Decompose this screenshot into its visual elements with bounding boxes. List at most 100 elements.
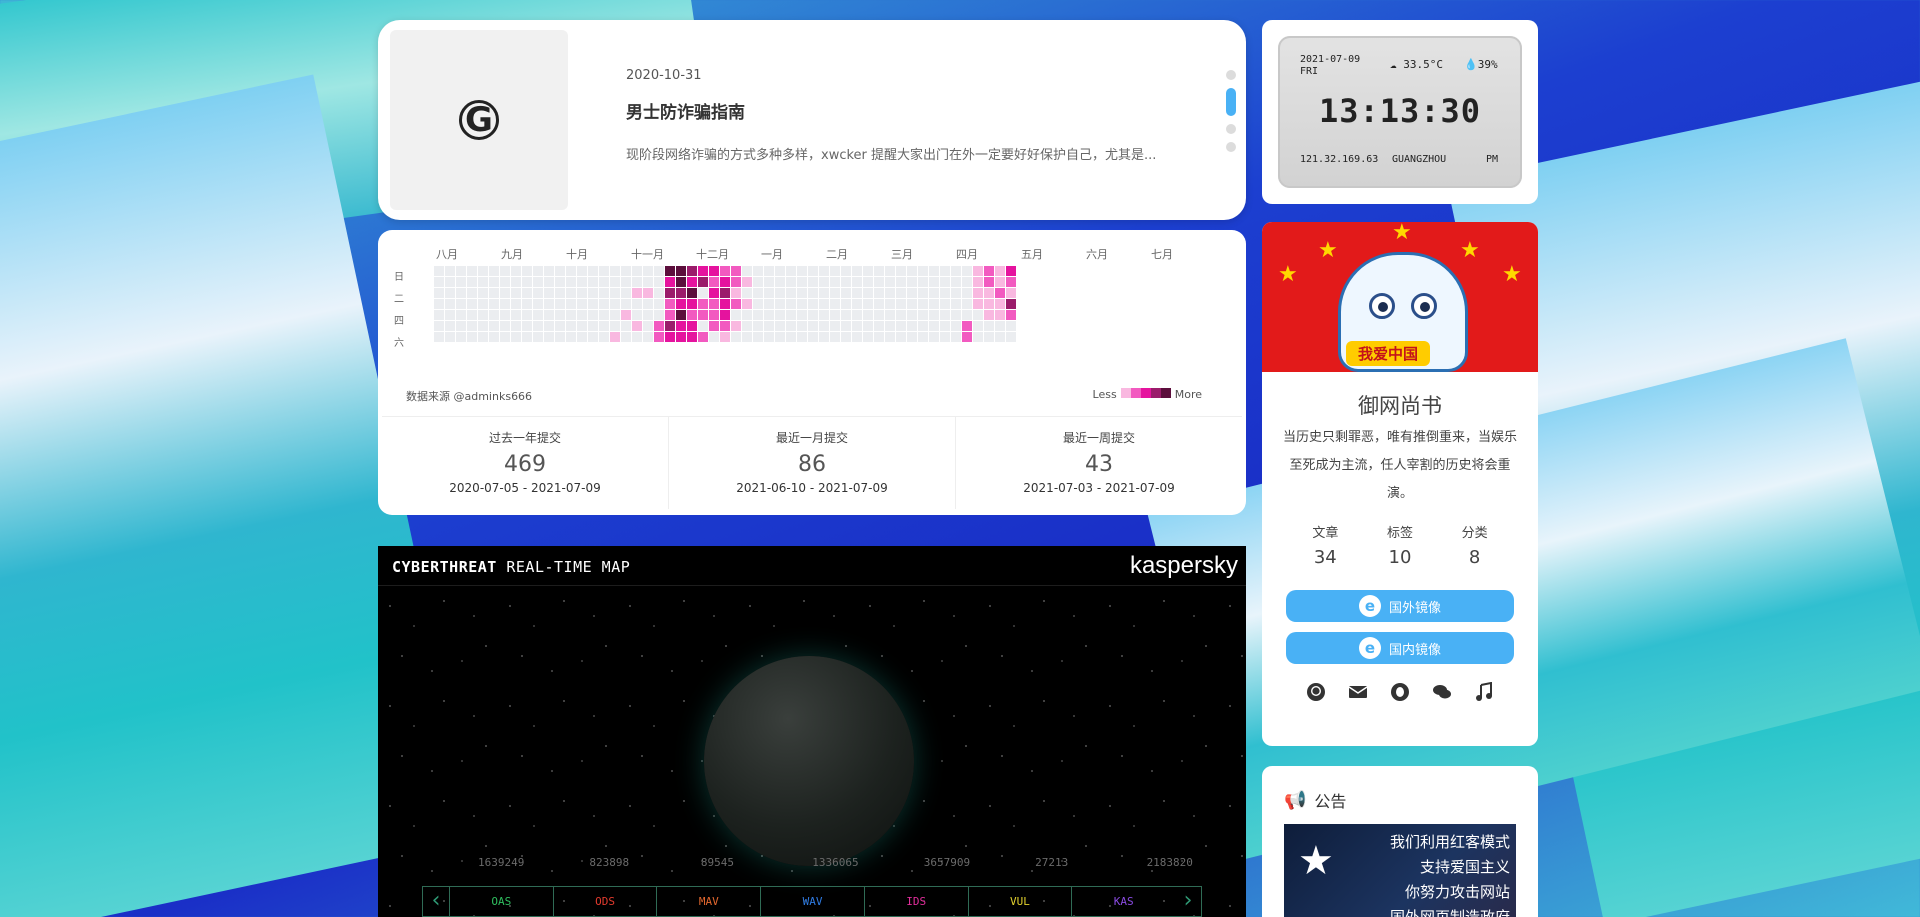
contribution-cell[interactable] <box>544 321 554 331</box>
contribution-cell[interactable] <box>665 277 675 287</box>
contribution-cell[interactable] <box>500 321 510 331</box>
contribution-cell[interactable] <box>610 332 620 342</box>
contribution-cell[interactable] <box>522 288 532 298</box>
contribution-cell[interactable] <box>830 332 840 342</box>
contribution-cell[interactable] <box>786 321 796 331</box>
contribution-cell[interactable] <box>929 310 939 320</box>
contribution-cell[interactable] <box>566 277 576 287</box>
contribution-cell[interactable] <box>951 310 961 320</box>
carousel-dot[interactable] <box>1226 124 1236 134</box>
contribution-cell[interactable] <box>863 299 873 309</box>
contribution-cell[interactable] <box>797 277 807 287</box>
contribution-cell[interactable] <box>467 266 477 276</box>
contribution-cell[interactable] <box>885 288 895 298</box>
contribution-cell[interactable] <box>874 288 884 298</box>
contribution-cell[interactable] <box>676 299 686 309</box>
contribution-cell[interactable] <box>654 321 664 331</box>
contribution-cell[interactable] <box>456 321 466 331</box>
contribution-cell[interactable] <box>731 310 741 320</box>
contribution-cell[interactable] <box>500 277 510 287</box>
contribution-cell[interactable] <box>830 277 840 287</box>
contribution-cell[interactable] <box>995 310 1005 320</box>
contribution-cell[interactable] <box>1006 299 1016 309</box>
featured-post-card[interactable]: G 2020-10-31 男士防诈骗指南 现阶段网络诈骗的方式多种多样，xwck… <box>378 20 1246 220</box>
contribution-cell[interactable] <box>599 266 609 276</box>
contribution-cell[interactable] <box>951 321 961 331</box>
contribution-cell[interactable] <box>874 299 884 309</box>
contribution-cell[interactable] <box>687 321 697 331</box>
contribution-cell[interactable] <box>929 277 939 287</box>
contribution-cell[interactable] <box>588 288 598 298</box>
threat-tab-mav[interactable]: MAV <box>656 887 760 916</box>
contribution-cell[interactable] <box>577 277 587 287</box>
contribution-cell[interactable] <box>511 299 521 309</box>
contribution-cell[interactable] <box>863 266 873 276</box>
contribution-cell[interactable] <box>654 266 664 276</box>
contribution-cell[interactable] <box>885 266 895 276</box>
contribution-cell[interactable] <box>489 299 499 309</box>
comments-icon[interactable] <box>1432 682 1452 702</box>
contribution-cell[interactable] <box>577 288 587 298</box>
contribution-cell[interactable] <box>610 321 620 331</box>
contribution-cell[interactable] <box>819 299 829 309</box>
contribution-cell[interactable] <box>445 321 455 331</box>
contribution-cell[interactable] <box>511 321 521 331</box>
contribution-cell[interactable] <box>753 288 763 298</box>
contribution-cell[interactable] <box>918 321 928 331</box>
contribution-cell[interactable] <box>698 310 708 320</box>
contribution-cell[interactable] <box>445 277 455 287</box>
contribution-cell[interactable] <box>599 277 609 287</box>
contribution-cell[interactable] <box>709 288 719 298</box>
contribution-cell[interactable] <box>1006 288 1016 298</box>
contribution-cell[interactable] <box>984 321 994 331</box>
contribution-cell[interactable] <box>478 321 488 331</box>
contribution-cell[interactable] <box>852 332 862 342</box>
contribution-cell[interactable] <box>643 332 653 342</box>
contribution-cell[interactable] <box>434 321 444 331</box>
contribution-cell[interactable] <box>665 288 675 298</box>
contribution-cell[interactable] <box>863 310 873 320</box>
contribution-cell[interactable] <box>830 299 840 309</box>
contribution-cell[interactable] <box>775 332 785 342</box>
contribution-cell[interactable] <box>753 266 763 276</box>
contribution-cell[interactable] <box>797 310 807 320</box>
contribution-cell[interactable] <box>588 277 598 287</box>
contribution-cell[interactable] <box>896 310 906 320</box>
contribution-cell[interactable] <box>511 310 521 320</box>
contribution-cell[interactable] <box>676 310 686 320</box>
contribution-cell[interactable] <box>533 332 543 342</box>
contribution-cell[interactable] <box>720 288 730 298</box>
contribution-cell[interactable] <box>896 288 906 298</box>
contribution-cell[interactable] <box>797 321 807 331</box>
counter-categories[interactable]: 分类 8 <box>1462 522 1488 568</box>
contribution-cell[interactable] <box>566 288 576 298</box>
contribution-cell[interactable] <box>929 332 939 342</box>
contribution-cell[interactable] <box>918 332 928 342</box>
contribution-cell[interactable] <box>896 332 906 342</box>
contribution-cell[interactable] <box>786 266 796 276</box>
contribution-cell[interactable] <box>566 310 576 320</box>
contribution-cell[interactable] <box>808 321 818 331</box>
contribution-cell[interactable] <box>610 266 620 276</box>
contribution-cell[interactable] <box>445 266 455 276</box>
contribution-cell[interactable] <box>786 310 796 320</box>
contribution-cell[interactable] <box>500 310 510 320</box>
contribution-cell[interactable] <box>720 266 730 276</box>
contribution-cell[interactable] <box>489 321 499 331</box>
contribution-cell[interactable] <box>720 321 730 331</box>
qq-icon[interactable] <box>1390 682 1410 702</box>
contribution-cell[interactable] <box>555 321 565 331</box>
contribution-cell[interactable] <box>709 332 719 342</box>
contribution-cell[interactable] <box>742 288 752 298</box>
contribution-cell[interactable] <box>731 266 741 276</box>
contribution-cell[interactable] <box>731 288 741 298</box>
contribution-cell[interactable] <box>687 299 697 309</box>
contribution-cell[interactable] <box>775 310 785 320</box>
threat-tab-kas[interactable]: KAS <box>1071 887 1175 916</box>
contribution-cell[interactable] <box>951 288 961 298</box>
contribution-cell[interactable] <box>940 299 950 309</box>
contribution-cell[interactable] <box>764 277 774 287</box>
contribution-cell[interactable] <box>973 299 983 309</box>
contribution-cell[interactable] <box>1006 277 1016 287</box>
contribution-cell[interactable] <box>610 277 620 287</box>
